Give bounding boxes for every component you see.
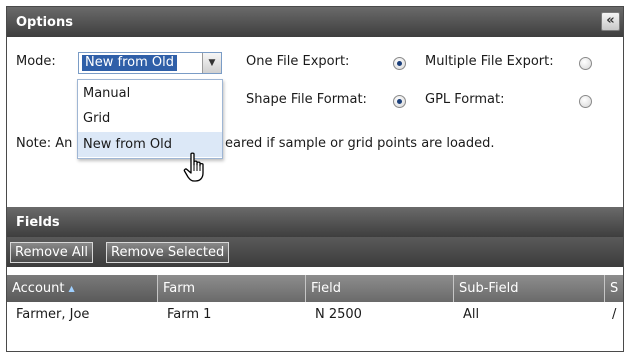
mode-label: Mode: (16, 54, 56, 69)
one-file-export-label: One File Export: (246, 54, 350, 69)
fields-grid-header: Account ▲ Farm Field Sub-Field S (7, 275, 623, 302)
one-file-export-radio[interactable] (393, 57, 406, 70)
options-panel-header: Options « (7, 7, 623, 37)
multiple-file-export-radio[interactable] (579, 57, 592, 70)
column-header-farm[interactable]: Farm (158, 275, 306, 302)
cell-farm: Farm 1 (167, 307, 212, 322)
multiple-file-export-label: Multiple File Export: (425, 54, 554, 69)
shape-file-format-label: Shape File Format: (246, 92, 367, 107)
mode-select[interactable]: New from Old ▼ (78, 52, 222, 74)
collapse-icon[interactable]: « (601, 12, 620, 31)
fields-title: Fields (16, 214, 60, 230)
mode-dropdown-list: Manual Grid New from Old (77, 79, 223, 159)
fields-toolbar: Remove All Remove Selected (7, 237, 623, 267)
fields-panel-header: Fields (7, 207, 623, 237)
chevron-down-icon[interactable]: ▼ (202, 53, 221, 73)
column-header-field[interactable]: Field (306, 275, 454, 302)
note-text-end: eared if sample or grid points are loade… (225, 136, 495, 151)
gpl-format-label: GPL Format: (425, 92, 505, 107)
options-panel-body: Mode: New from Old ▼ One File Export: Mu… (7, 37, 623, 207)
gpl-format-radio[interactable] (579, 95, 592, 108)
column-header-account[interactable]: Account ▲ (7, 275, 158, 302)
mode-select-value: New from Old (82, 55, 177, 71)
cell-field: N 2500 (315, 307, 362, 322)
cell-truncated: / (612, 307, 617, 322)
shape-file-format-radio[interactable] (393, 95, 406, 108)
note-text-start: Note: An (16, 136, 73, 151)
cell-account: Farmer, Joe (16, 307, 90, 322)
mode-option-grid[interactable]: Grid (78, 106, 222, 131)
sort-ascending-icon: ▲ (68, 284, 75, 293)
column-header-sub-field[interactable]: Sub-Field (454, 275, 605, 302)
column-header-truncated[interactable]: S (605, 275, 623, 302)
export-dialog: Options « Mode: New from Old ▼ One File … (6, 6, 624, 352)
hand-pointer-cursor-icon (183, 152, 204, 182)
remove-all-button[interactable]: Remove All (10, 242, 94, 263)
cell-sub-field: All (463, 307, 480, 322)
options-title: Options (16, 14, 73, 30)
table-row[interactable]: Farmer, Joe Farm 1 N 2500 All / (7, 302, 623, 328)
remove-selected-button[interactable]: Remove Selected (106, 242, 230, 263)
mode-option-manual[interactable]: Manual (78, 81, 222, 106)
grid-spacer (7, 267, 623, 275)
